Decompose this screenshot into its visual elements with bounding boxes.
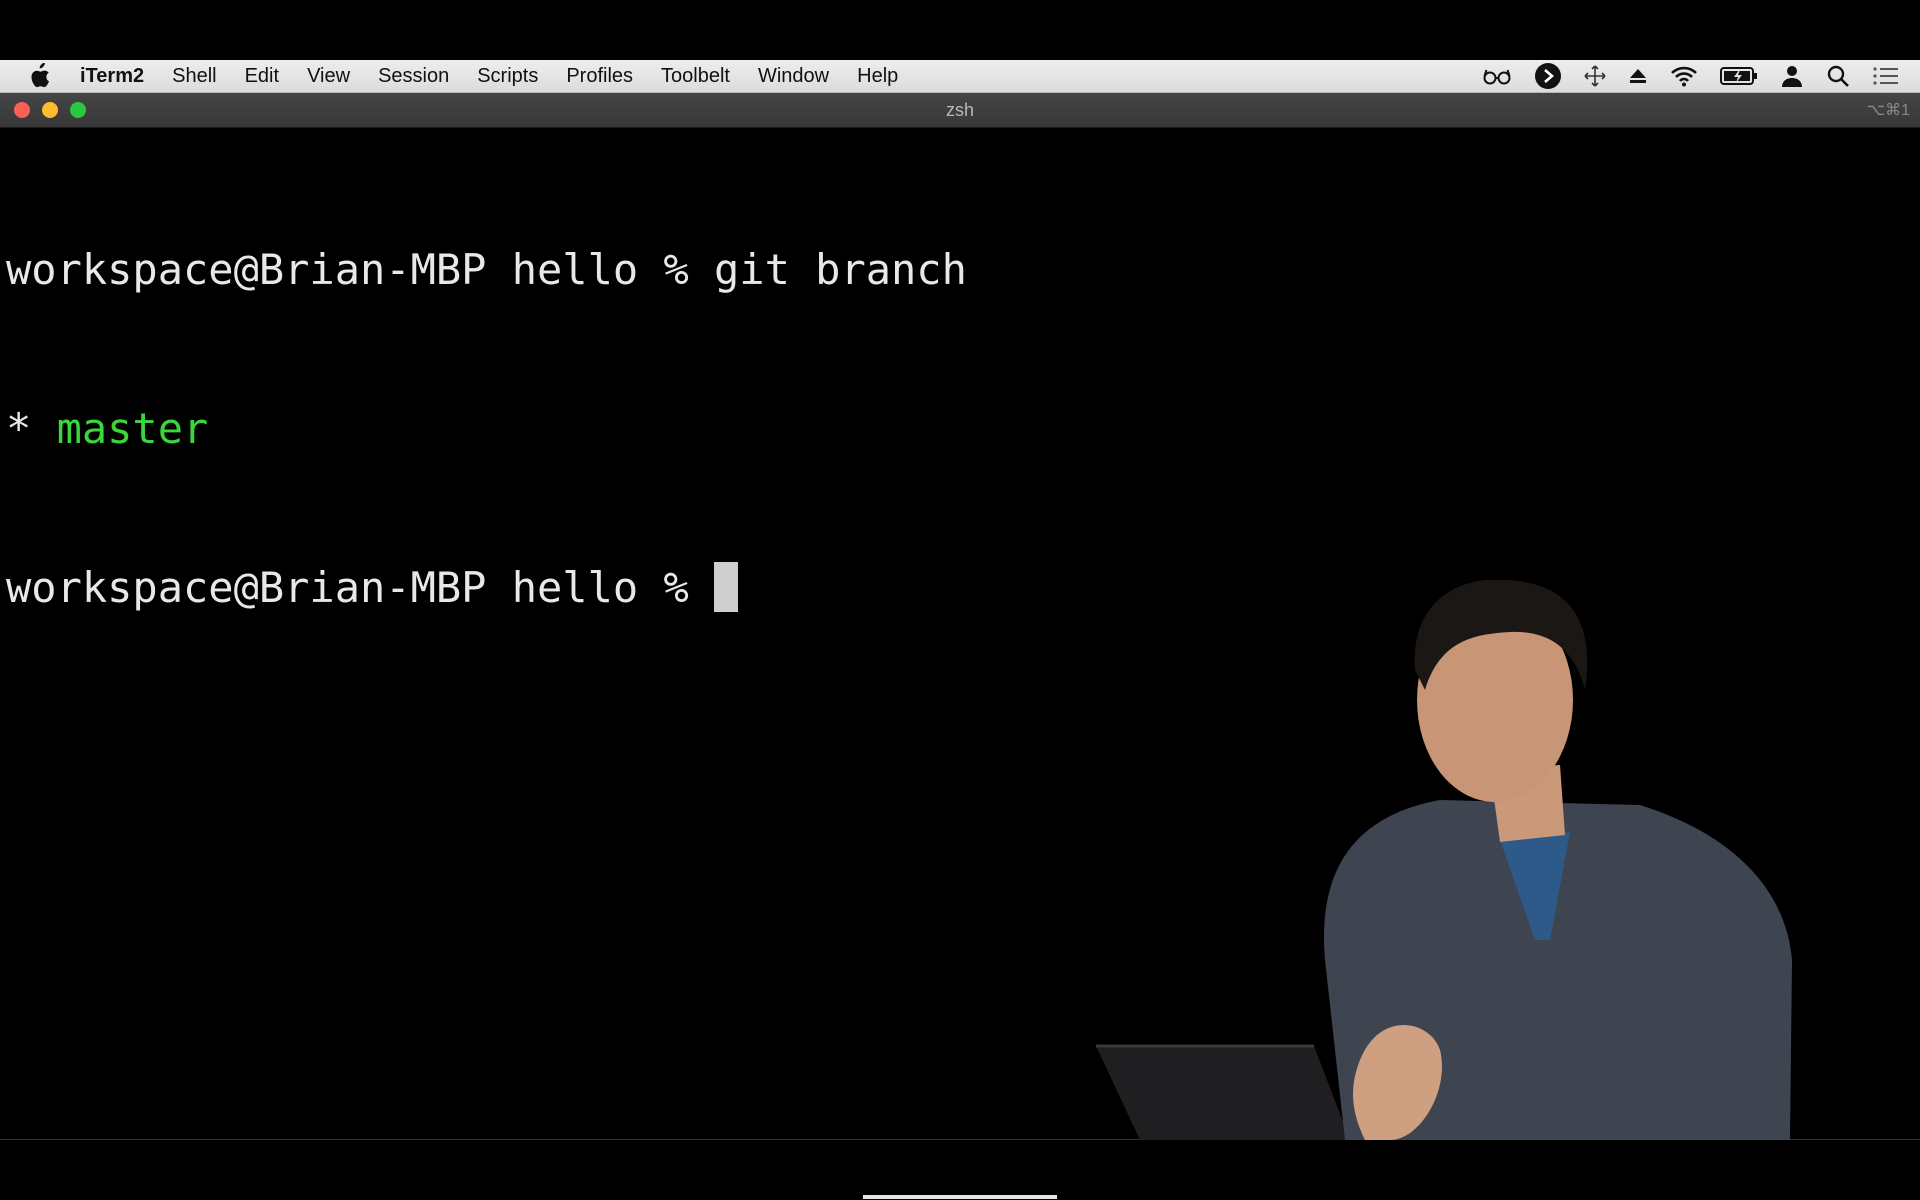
menu-edit[interactable]: Edit [245,65,279,88]
menu-shell[interactable]: Shell [172,65,216,88]
menu-bar: iTerm2 Shell Edit View Session Scripts P… [0,60,1920,93]
apple-logo-icon[interactable] [28,63,58,89]
terminal-line-2: * master [6,402,967,455]
window-title: zsh [945,99,974,120]
window-titlebar[interactable]: zsh ⌥⌘1 [0,93,1920,128]
entered-command: git branch [714,245,967,294]
screen: iTerm2 Shell Edit View Session Scripts P… [0,0,1920,1200]
menu-help[interactable]: Help [857,65,898,88]
terminal-output[interactable]: workspace@Brian-MBP hello % git branch *… [6,137,967,720]
play-circle-icon[interactable] [1534,60,1562,92]
user-icon[interactable] [1780,60,1804,92]
list-icon[interactable] [1872,60,1900,92]
menu-session[interactable]: Session [378,65,449,88]
presenter-video-overlay [1096,580,1792,1140]
close-window-button[interactable] [14,102,30,118]
wifi-icon[interactable] [1670,60,1698,92]
menu-profiles[interactable]: Profiles [566,65,633,88]
shell-prompt: workspace@Brian-MBP hello % [6,245,715,294]
status-area [1482,60,1900,92]
traffic-lights [14,102,86,118]
menu-app-name[interactable]: iTerm2 [80,65,144,88]
terminal-line-1: workspace@Brian-MBP hello % git branch [6,243,967,296]
menu-window[interactable]: Window [758,65,829,88]
menu-view[interactable]: View [307,65,350,88]
glasses-icon[interactable] [1482,60,1512,92]
terminal-line-3: workspace@Brian-MBP hello % [6,561,967,614]
window-shortcut: ⌥⌘1 [1866,102,1910,119]
video-progress-indicator[interactable] [863,1195,1057,1199]
text-cursor [714,562,739,612]
minimize-window-button[interactable] [42,102,58,118]
battery-charging-icon[interactable] [1720,60,1758,92]
move-arrows-icon[interactable] [1584,60,1606,92]
zoom-window-button[interactable] [70,102,86,118]
menu-toolbelt[interactable]: Toolbelt [661,65,730,88]
branch-name: master [56,404,209,453]
eject-icon[interactable] [1628,60,1648,92]
search-icon[interactable] [1826,60,1850,92]
shell-prompt: workspace@Brian-MBP hello % [6,563,715,612]
current-branch-marker: * [6,404,57,453]
menu-scripts[interactable]: Scripts [477,65,538,88]
